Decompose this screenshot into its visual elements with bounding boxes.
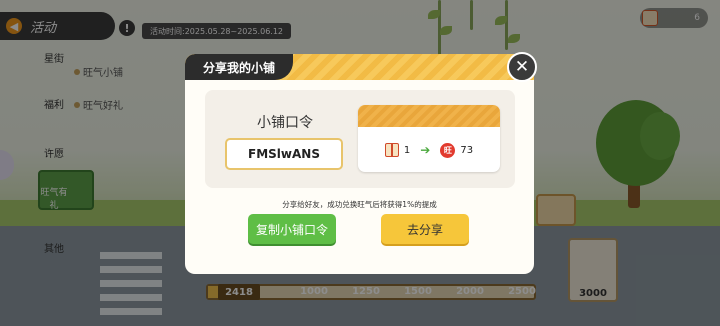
copy-code-button[interactable]: 复制小铺口令 [248,214,336,244]
shop-code-heading: 小铺口令 [257,115,313,131]
share-shop-dialog: 分享我的小铺 ✕ 小铺口令 FMSlwANS 1 ➔ 旺 73 分享给好友，成功… [185,52,537,274]
share-button[interactable]: 去分享 [381,214,469,244]
close-icon[interactable]: ✕ [507,52,537,82]
dialog-title: 分享我的小铺 [185,54,293,80]
exchange-card-band [358,105,500,127]
shop-code-field[interactable]: FMSlwANS [225,138,343,170]
exchange-from-count: 1 [403,144,411,156]
dialog-header: 分享我的小铺 [185,54,534,80]
exchange-rate: 1 ➔ 旺 73 [358,139,500,161]
wang-coin-icon: 旺 [440,142,456,158]
exchange-to-count: 73 [460,144,474,156]
share-tip: 分享给好友，成功兑换旺气后将获得1%的提成 [282,200,437,209]
arrow-right-icon: ➔ [420,143,431,157]
gift-box-icon [384,143,399,157]
exchange-card: 1 ➔ 旺 73 [358,105,500,172]
